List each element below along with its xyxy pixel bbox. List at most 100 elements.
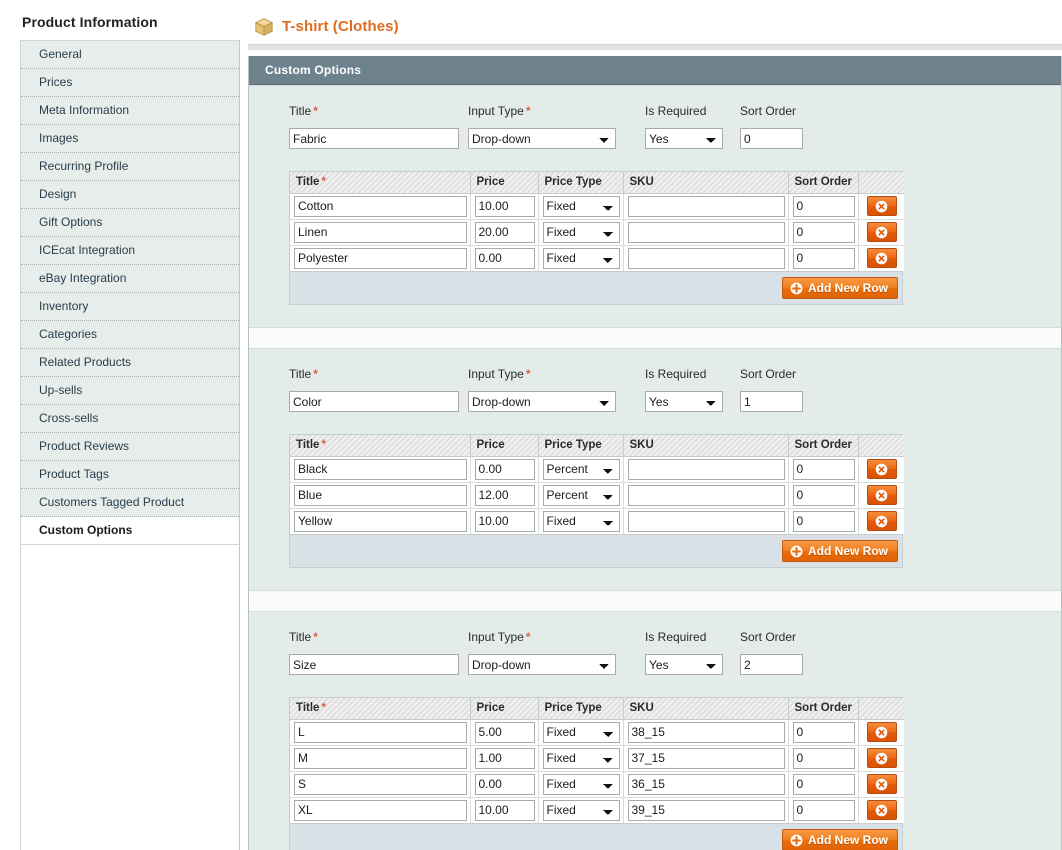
value-price-input[interactable] [474,247,535,269]
value-price-input[interactable] [474,510,535,532]
value-sort-order-input[interactable] [792,510,855,532]
value-sort-order-input[interactable] [792,221,855,243]
value-price-type-select[interactable]: FixedPercent [542,484,620,506]
sidebar-item-icecat-integration[interactable]: ICEcat Integration [21,237,239,265]
option-is-required-select[interactable]: YesNo [645,391,723,412]
value-sku-input[interactable] [627,510,785,532]
value-sku-input[interactable] [627,799,785,821]
table-row: FixedPercent [290,745,904,772]
value-title-input[interactable] [294,195,467,217]
value-sku-input[interactable] [627,221,785,243]
delete-row-button[interactable] [866,459,897,479]
value-price-input[interactable] [474,799,535,821]
value-sort-order-input[interactable] [792,721,855,743]
sidebar-item-recurring-profile[interactable]: Recurring Profile [21,153,239,181]
delete-row-button[interactable] [866,748,897,768]
sidebar-item-general[interactable]: General [21,41,239,69]
value-sort-order-input[interactable] [792,484,855,506]
sidebar-item-categories[interactable]: Categories [21,321,239,349]
add-new-row-button[interactable]: Add New Row [782,277,898,299]
value-title-input[interactable] [294,510,467,532]
sidebar-item-product-tags[interactable]: Product Tags [21,461,239,489]
value-price-input[interactable] [474,721,535,743]
sidebar-item-prices[interactable]: Prices [21,69,239,97]
value-price-type-select[interactable]: FixedPercent [542,247,620,269]
cell-price [470,719,539,746]
sidebar-item-custom-options[interactable]: Custom Options [21,517,239,544]
add-new-row-button[interactable]: Add New Row [782,540,898,562]
value-sku-input[interactable] [627,195,785,217]
sidebar-item-related-products[interactable]: Related Products [21,349,239,377]
value-title-input[interactable] [294,721,467,743]
value-price-type-select[interactable]: FixedPercent [542,773,620,795]
value-title-input[interactable] [294,747,467,769]
value-price-type-select[interactable]: FixedPercent [542,458,620,480]
option-sort-order-input[interactable] [740,391,803,412]
value-price-type-select[interactable]: FixedPercent [542,747,620,769]
add-new-row-button[interactable]: Add New Row [782,829,898,850]
value-sku-input[interactable] [627,484,785,506]
delete-row-button[interactable] [866,196,897,216]
option-is-required-select[interactable]: YesNo [645,128,723,149]
value-price-input[interactable] [474,221,535,243]
option-input-type-select[interactable]: Drop-downRadio ButtonsCheckboxMultiple S… [468,128,616,149]
value-title-input[interactable] [294,458,467,480]
value-sku-input[interactable] [627,721,785,743]
value-price-input[interactable] [474,773,535,795]
value-sort-order-input[interactable] [792,247,855,269]
sidebar-item-product-reviews[interactable]: Product Reviews [21,433,239,461]
value-price-type-select[interactable]: FixedPercent [542,799,620,821]
value-sort-order-input[interactable] [792,195,855,217]
value-price-input[interactable] [474,747,535,769]
delete-row-button[interactable] [866,722,897,742]
sidebar-item-images[interactable]: Images [21,125,239,153]
sidebar-item-design[interactable]: Design [21,181,239,209]
delete-row-button[interactable] [866,511,897,532]
value-price-type-select[interactable]: FixedPercent [542,195,620,217]
value-title-input[interactable] [294,799,467,821]
option-title-input[interactable] [289,391,459,412]
sidebar-item-cross-sells[interactable]: Cross-sells [21,405,239,433]
option-is-required-select[interactable]: YesNo [645,654,723,675]
delete-row-button[interactable] [866,485,897,505]
option-input-type-select[interactable]: Drop-downRadio ButtonsCheckboxMultiple S… [468,654,616,675]
col-header-sku: SKU [623,698,789,720]
required-marker: * [525,630,531,644]
delete-row-button[interactable] [866,248,897,269]
value-title-input[interactable] [294,773,467,795]
sidebar-item-inventory[interactable]: Inventory [21,293,239,321]
value-sku-input[interactable] [627,773,785,795]
add-new-row-label: Add New Row [808,281,888,295]
value-title-input[interactable] [294,221,467,243]
cell-sort-order [788,508,859,534]
value-title-input[interactable] [294,484,467,506]
value-price-type-select[interactable]: FixedPercent [542,721,620,743]
value-sku-input[interactable] [627,747,785,769]
value-price-input[interactable] [474,484,535,506]
value-sku-input[interactable] [627,458,785,480]
option-values-table: Title*PricePrice TypeSKUSort OrderFixedP… [290,698,904,823]
sidebar-item-ebay-integration[interactable]: eBay Integration [21,265,239,293]
value-sort-order-input[interactable] [792,458,855,480]
value-sku-input[interactable] [627,247,785,269]
sidebar-item-customers-tagged-product[interactable]: Customers Tagged Product [21,489,239,517]
option-sort-order-input[interactable] [740,128,803,149]
sidebar-item-gift-options[interactable]: Gift Options [21,209,239,237]
option-input-type-select[interactable]: Drop-downRadio ButtonsCheckboxMultiple S… [468,391,616,412]
value-sort-order-input[interactable] [792,799,855,821]
value-price-input[interactable] [474,195,535,217]
sidebar-item-up-sells[interactable]: Up-sells [21,377,239,405]
value-price-input[interactable] [474,458,535,480]
option-sort-order-input[interactable] [740,654,803,675]
value-title-input[interactable] [294,247,467,269]
value-price-type-select[interactable]: FixedPercent [542,221,620,243]
value-price-type-select[interactable]: FixedPercent [542,510,620,532]
option-title-input[interactable] [289,128,459,149]
option-title-input[interactable] [289,654,459,675]
delete-row-button[interactable] [866,800,897,821]
delete-row-button[interactable] [866,774,897,794]
sidebar-item-meta-information[interactable]: Meta Information [21,97,239,125]
value-sort-order-input[interactable] [792,773,855,795]
value-sort-order-input[interactable] [792,747,855,769]
delete-row-button[interactable] [866,222,897,242]
